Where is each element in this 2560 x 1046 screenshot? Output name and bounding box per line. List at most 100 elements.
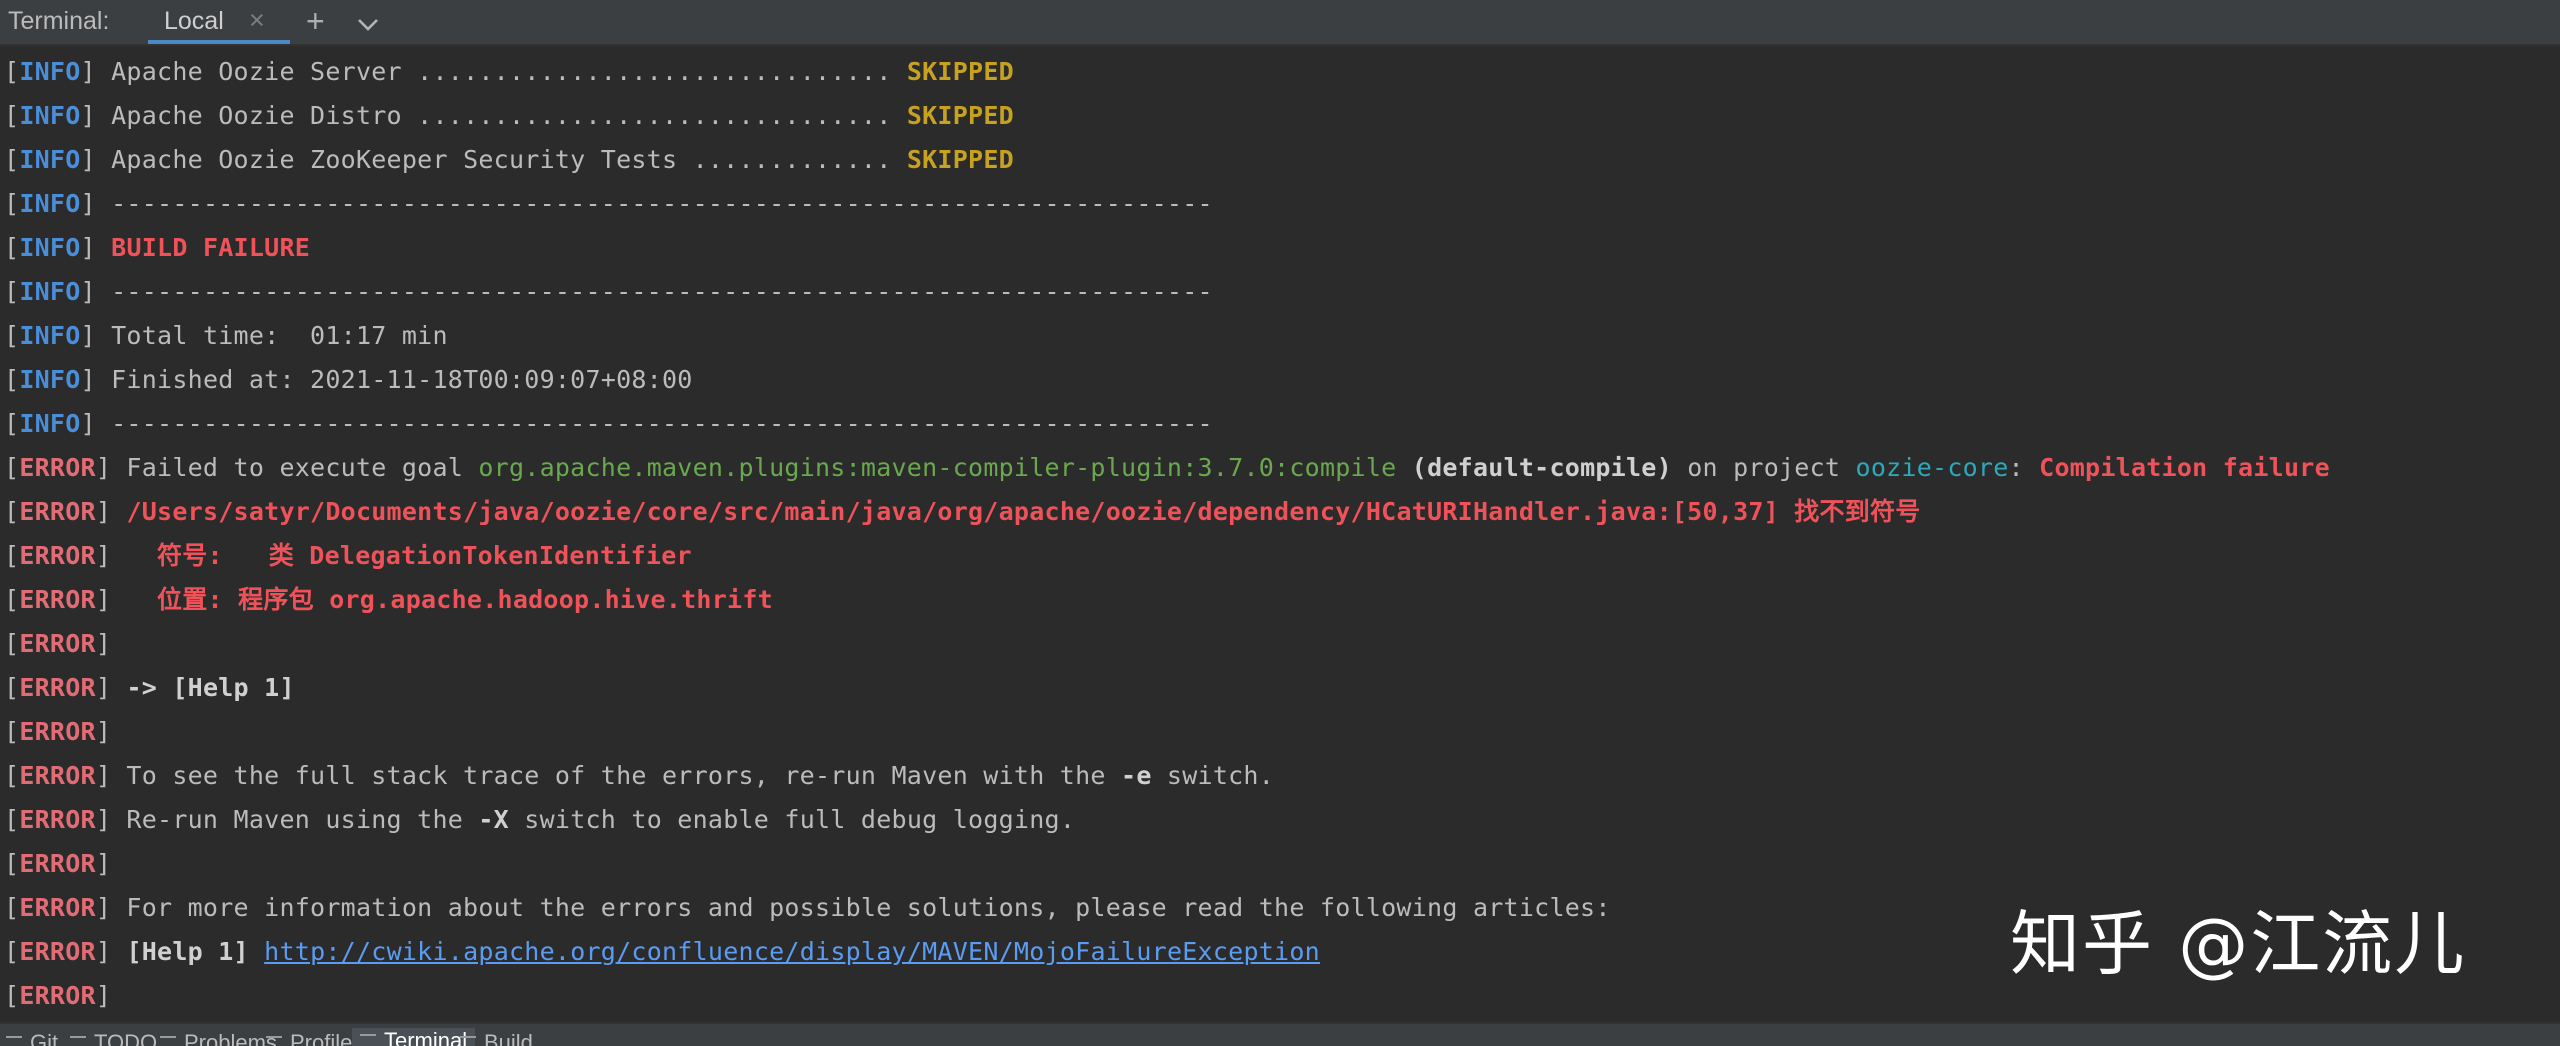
- terminal-text: ERROR: [19, 673, 96, 702]
- terminal-line: [ERROR] -> [Help 1]: [4, 666, 2554, 710]
- terminal-text: [: [4, 101, 20, 130]
- terminal-text: [: [4, 805, 20, 834]
- terminal-text: INFO: [19, 145, 81, 174]
- terminal-text: [: [4, 365, 20, 394]
- terminal-text: ERROR: [19, 893, 96, 922]
- terminal-text: [: [4, 497, 20, 526]
- tab-label: Local: [164, 7, 224, 35]
- terminal-text: ERROR: [19, 629, 96, 658]
- profiler-icon: [266, 1036, 282, 1046]
- terminal-text: INFO: [19, 189, 81, 218]
- terminal-text: SKIPPED: [906, 101, 1014, 130]
- terminal-line: [INFO] ---------------------------------…: [4, 402, 2554, 446]
- help-link[interactable]: http://cwiki.apache.org/confluence/displ…: [264, 937, 1320, 966]
- new-tab-button[interactable]: +: [306, 3, 325, 40]
- terminal-text: [: [4, 189, 20, 218]
- terminal-text: INFO: [19, 57, 81, 86]
- terminal-text: [: [4, 145, 20, 174]
- terminal-text: BUILD FAILURE: [111, 233, 311, 262]
- terminal-text: Compilation failure: [2039, 453, 2330, 482]
- terminal-line: [INFO] Apache Oozie Distro .............…: [4, 94, 2554, 138]
- terminal-line: [ERROR] 符号: 类 DelegationTokenIdentifier: [4, 534, 2554, 578]
- terminal-text: SKIPPED: [906, 145, 1014, 174]
- terminal-line: [ERROR]: [4, 842, 2554, 886]
- terminal-line: [ERROR] /Users/satyr/Documents/java/oozi…: [4, 490, 2554, 534]
- terminal-text: ERROR: [19, 805, 96, 834]
- tool-button-terminal[interactable]: Terminal: [352, 1028, 476, 1046]
- terminal-text: ]: [80, 233, 112, 262]
- terminal-line: [INFO] Total time: 01:17 min: [4, 314, 2554, 358]
- terminal-text: ]: [95, 981, 127, 1010]
- terminal-text: ] Apache Oozie ZooKeeper Security Tests …: [80, 145, 907, 174]
- terminal-text: [: [4, 673, 20, 702]
- terminal-line: [ERROR] Re-run Maven using the -X switch…: [4, 798, 2554, 842]
- terminal-text: ERROR: [19, 585, 96, 614]
- terminal-text: ] Apache Oozie Server ..................…: [80, 57, 907, 86]
- terminal-line: [INFO] Apache Oozie Server .............…: [4, 50, 2554, 94]
- terminal-text: org.apache.maven.plugins:maven-compiler-…: [478, 453, 1397, 482]
- watermark: 知乎 @江流儿: [2010, 903, 2467, 985]
- chevron-down-icon[interactable]: [356, 11, 380, 40]
- bottom-tool-bar: Git TODO Problems Profiler Terminal Build: [0, 1022, 2560, 1046]
- terminal-text: ERROR: [19, 717, 96, 746]
- terminal-text: [: [4, 277, 20, 306]
- terminal-text: ERROR: [19, 981, 96, 1010]
- terminal-text: /Users/satyr/Documents/java/oozie/core/s…: [126, 497, 1921, 526]
- terminal-text: ERROR: [19, 937, 96, 966]
- terminal-text: [: [4, 629, 20, 658]
- terminal-text: INFO: [19, 277, 81, 306]
- terminal-line: [ERROR] To see the full stack trace of t…: [4, 754, 2554, 798]
- git-icon: [6, 1036, 22, 1046]
- terminal-text: ERROR: [19, 453, 96, 482]
- terminal-text: ] Total time: 01:17 min: [80, 321, 448, 350]
- terminal-text: ]: [95, 849, 127, 878]
- terminal-text: ] Finished at: 2021-11-18T00:09:07+08:00: [80, 365, 693, 394]
- terminal-text: :: [2008, 453, 2040, 482]
- terminal-text: ERROR: [19, 541, 96, 570]
- tool-button-label: Terminal: [384, 1028, 468, 1046]
- toolwindow-title: Terminal:: [8, 7, 110, 35]
- terminal-line: [INFO] Finished at: 2021-11-18T00:09:07+…: [4, 358, 2554, 402]
- terminal-text: ] --------------------------------------…: [80, 277, 1213, 306]
- list-icon: [70, 1036, 86, 1046]
- terminal-text: [: [4, 321, 20, 350]
- terminal-line: [ERROR]: [4, 622, 2554, 666]
- terminal-line: [INFO] ---------------------------------…: [4, 270, 2554, 314]
- terminal-text: ]: [95, 585, 158, 614]
- terminal-text: [: [4, 585, 20, 614]
- terminal-line: [ERROR] Failed to execute goal org.apach…: [4, 446, 2554, 490]
- terminal-text: INFO: [19, 233, 81, 262]
- terminal-text: -e: [1121, 761, 1152, 790]
- tab-local[interactable]: Local ×: [148, 0, 290, 44]
- terminal-text: INFO: [19, 409, 81, 438]
- terminal-text: ]: [95, 937, 127, 966]
- terminal-text: switch.: [1151, 761, 1275, 790]
- terminal-text: ] To see the full stack trace of the err…: [95, 761, 1122, 790]
- terminal-text: ERROR: [19, 849, 96, 878]
- terminal-text: ERROR: [19, 761, 96, 790]
- terminal-text: switch to enable full debug logging.: [508, 805, 1076, 834]
- terminal-text: ]: [95, 717, 127, 746]
- terminal-text: [: [4, 717, 20, 746]
- terminal-text: ] --------------------------------------…: [80, 189, 1213, 218]
- terminal-line: [INFO] ---------------------------------…: [4, 182, 2554, 226]
- terminal-text: -> [Help 1]: [126, 673, 295, 702]
- terminal-text: (default-compile): [1411, 453, 1672, 482]
- terminal-icon: [360, 1034, 376, 1046]
- terminal-text: [Help 1]: [126, 937, 249, 966]
- terminal-text: 位置: 程序包 org.apache.hadoop.hive.thrift: [157, 585, 773, 614]
- terminal-text: [: [4, 937, 20, 966]
- terminal-line: [INFO] BUILD FAILURE: [4, 226, 2554, 270]
- terminal-text: ] Re-run Maven using the: [95, 805, 479, 834]
- terminal-line: [INFO] Apache Oozie ZooKeeper Security T…: [4, 138, 2554, 182]
- terminal-line: [ERROR] 位置: 程序包 org.apache.hadoop.hive.t…: [4, 578, 2554, 622]
- close-icon[interactable]: ×: [249, 5, 265, 36]
- terminal-text: INFO: [19, 321, 81, 350]
- terminal-text: ] --------------------------------------…: [80, 409, 1213, 438]
- terminal-text: ] Apache Oozie Distro ..................…: [80, 101, 907, 130]
- terminal-text: [: [4, 849, 20, 878]
- terminal-text: [: [4, 893, 20, 922]
- terminal-output[interactable]: [INFO] Apache Oozie Server .............…: [4, 50, 2554, 1020]
